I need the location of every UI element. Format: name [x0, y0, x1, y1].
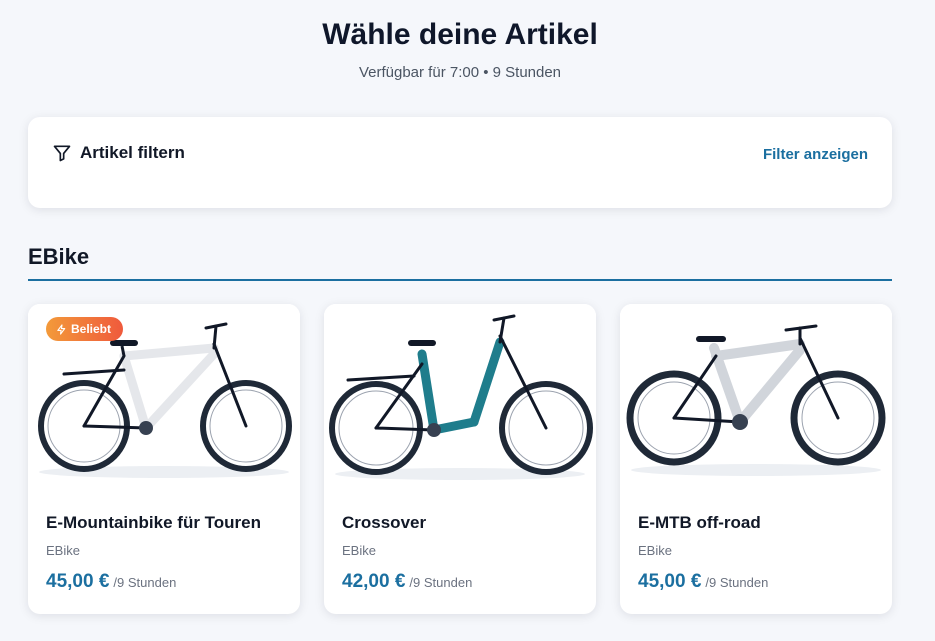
- price-unit: /9 Stunden: [113, 575, 177, 590]
- product-image: Beliebt: [28, 304, 300, 494]
- product-card[interactable]: Beliebt E-Mountainbike für Touren EBike …: [28, 304, 300, 614]
- bolt-icon: [56, 323, 67, 335]
- product-name: E-MTB off-road: [638, 513, 761, 532]
- product-card[interactable]: E-MTB off-road EBike 45,00 € /9 Stunden: [620, 304, 892, 614]
- page-title: Wähle deine Artikel: [322, 18, 598, 51]
- product-price-row: 45,00 € /9 Stunden: [638, 571, 768, 593]
- product-price: 45,00 €: [46, 571, 110, 592]
- product-image: [324, 304, 596, 494]
- section-title: EBike: [28, 244, 90, 269]
- price-unit: /9 Stunden: [409, 575, 473, 590]
- price-unit: /9 Stunden: [705, 575, 769, 590]
- filter-label: Artikel filtern: [80, 143, 185, 162]
- product-card[interactable]: Crossover EBike 42,00 € /9 Stunden: [324, 304, 596, 614]
- product-price: 42,00 €: [342, 571, 406, 592]
- filter-panel: Artikel filtern Filter anzeigen: [28, 117, 892, 208]
- product-price-row: 42,00 € /9 Stunden: [342, 571, 472, 593]
- filter-toggle[interactable]: Artikel filtern: [52, 143, 185, 163]
- product-price: 45,00 €: [638, 571, 702, 592]
- popular-badge: Beliebt: [46, 317, 124, 341]
- product-category: EBike: [342, 543, 376, 558]
- product-price-row: 45,00 € /9 Stunden: [46, 571, 176, 593]
- availability-subtitle: Verfügbar für 7:00 • 9 Stunden: [358, 64, 562, 81]
- section-divider: [28, 279, 892, 281]
- product-image: [620, 304, 892, 494]
- product-name: E-Mountainbike für Touren: [46, 513, 262, 532]
- product-name: Crossover: [342, 513, 427, 532]
- filter-icon: [52, 143, 72, 163]
- product-category: EBike: [46, 543, 80, 558]
- page: Wähle deine Artikel Verfügbar für 7:00 •…: [0, 0, 935, 641]
- show-filters-link[interactable]: Filter anzeigen: [763, 146, 868, 163]
- badge-label: Beliebt: [71, 322, 112, 336]
- product-category: EBike: [638, 543, 672, 558]
